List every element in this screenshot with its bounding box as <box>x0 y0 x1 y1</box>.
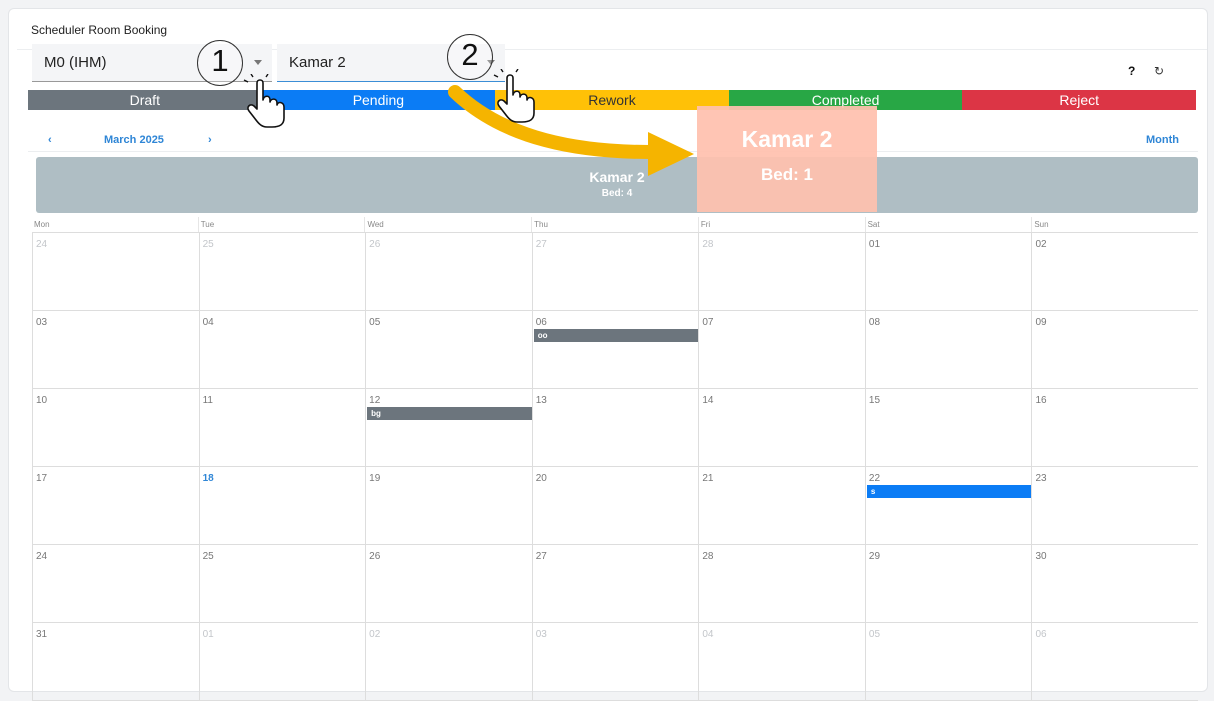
step-1-number: 1 <box>211 43 229 78</box>
pointer-hand-icon <box>243 74 285 128</box>
arrow-head <box>648 132 694 176</box>
step-1-marker: 1 <box>197 40 243 86</box>
annotation-arrow <box>448 85 694 176</box>
pointer-hand-icon <box>493 69 535 123</box>
room-tooltip-callout: Kamar 2 Bed: 1 <box>697 106 877 212</box>
step-2-marker: 2 <box>447 34 493 80</box>
step-2-number: 2 <box>461 37 479 72</box>
tooltip-bed-count: Bed: 1 <box>761 165 813 184</box>
tooltip-room-name: Kamar 2 <box>741 126 833 152</box>
